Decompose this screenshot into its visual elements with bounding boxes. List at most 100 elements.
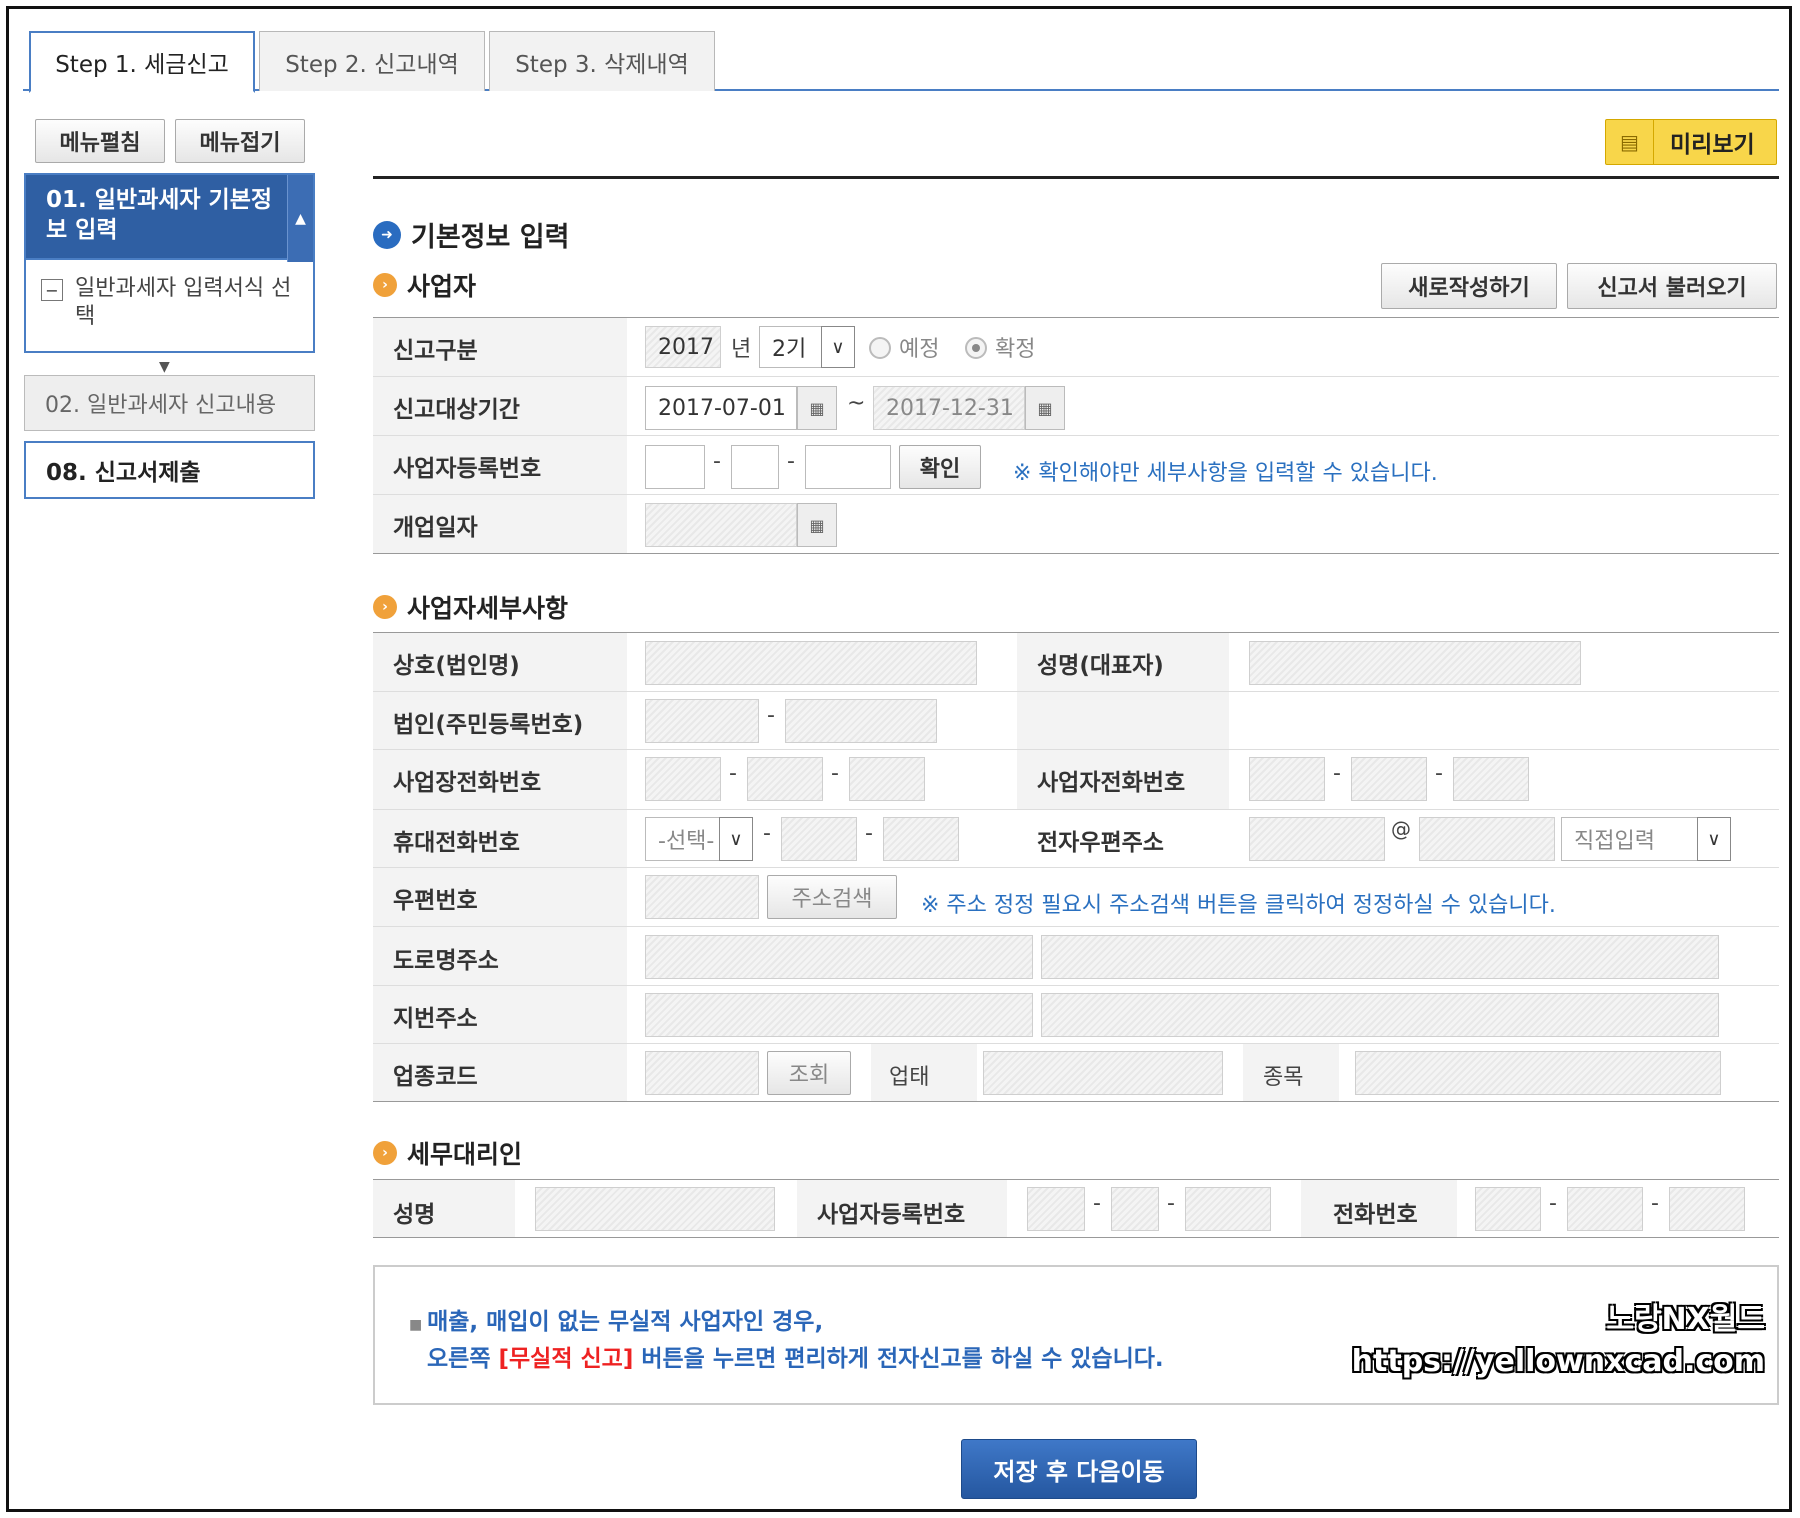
owner-phone-field-1 (1249, 757, 1325, 801)
year-field: 2017 (645, 326, 721, 368)
owner-phone-label: 사업자전화번호 (1037, 770, 1186, 796)
watermark: 노랑NX월드 https://yellownxcad.com (1351, 1302, 1765, 1379)
page-title: ➜ 기본정보 입력 (373, 215, 569, 254)
road-address-field-1 (645, 935, 1033, 979)
agent-phone-1 (1475, 1187, 1541, 1231)
agent-biz-no-1 (1027, 1187, 1085, 1231)
bullet-arrow-icon: › (373, 595, 397, 619)
agent-biz-no-label: 사업자등록번호 (817, 1202, 966, 1228)
biz-phone-label: 사업장전화번호 (393, 770, 542, 796)
tab-step1[interactable]: Step 1. 세금신고 (29, 31, 255, 93)
road-address-label: 도로명주소 (393, 948, 499, 974)
agent-phone-label: 전화번호 (1333, 1202, 1418, 1228)
rep-field (1249, 641, 1581, 685)
sidebar-item-report-content[interactable]: 02. 일반과세자 신고내용 (24, 375, 315, 431)
chevron-down-icon[interactable]: ∨ (1697, 817, 1731, 861)
preview-button[interactable]: ▤ 미리보기 (1605, 119, 1777, 165)
bullet-arrow-icon: › (373, 1141, 397, 1165)
item-field (1355, 1051, 1721, 1095)
tab-step2[interactable]: Step 2. 신고내역 (259, 31, 485, 91)
document-icon: ▤ (1606, 120, 1654, 164)
date-separator: ~ (847, 391, 866, 416)
save-next-button[interactable]: 저장 후 다음이동 (961, 1439, 1197, 1499)
tab-step3[interactable]: Step 3. 삭제내역 (489, 31, 715, 91)
mobile-field-3 (883, 817, 959, 861)
biz-no-field-1[interactable] (645, 445, 705, 489)
at-sign: @ (1391, 817, 1411, 841)
agent-name-label: 성명 (393, 1202, 436, 1228)
divider (373, 176, 1779, 179)
zip-label: 우편번호 (393, 888, 478, 914)
email-label: 전자우편주소 (1037, 830, 1164, 856)
sidebar-item-label: 01. 일반과세자 기본정보 입력 (46, 187, 273, 243)
minus-icon[interactable]: − (41, 279, 63, 301)
owner-phone-field-3 (1453, 757, 1529, 801)
agent-name-field (535, 1187, 775, 1231)
agent-phone-3 (1669, 1187, 1745, 1231)
biz-no-field-2[interactable] (731, 445, 779, 489)
email-id-field (1249, 817, 1385, 861)
email-domain-field (1419, 817, 1555, 861)
open-date-field (645, 503, 797, 547)
notice-text: ■ 매출, 매입이 없는 무실적 사업자인 경우, 오른쪽 [무실적 신고] 버… (409, 1309, 1164, 1372)
biz-no-field-3[interactable] (805, 445, 891, 489)
load-report-button[interactable]: 신고서 불러오기 (1567, 263, 1777, 309)
agent-biz-no-2 (1111, 1187, 1159, 1231)
new-report-button[interactable]: 새로작성하기 (1381, 263, 1557, 309)
dash: - (713, 449, 721, 474)
radio-preliminary[interactable] (869, 337, 891, 359)
dash: - (787, 449, 795, 474)
corp-no-field-1 (645, 699, 759, 743)
industry-code-label: 업종코드 (393, 1064, 478, 1090)
biz-no-label: 사업자등록번호 (393, 456, 542, 482)
sidebar-subitem-form-select[interactable]: 일반과세자 입력서식 선택 (75, 275, 295, 331)
corp-no-label: 법인(주민등록번호) (393, 712, 584, 738)
radio-final-label: 확정 (995, 337, 1036, 362)
biz-phone-field-3 (849, 757, 925, 801)
biz-phone-field-1 (645, 757, 721, 801)
owner-phone-field-2 (1351, 757, 1427, 801)
company-field (645, 641, 977, 685)
lot-address-label: 지번주소 (393, 1006, 478, 1032)
business-type-field (983, 1051, 1223, 1095)
mobile-select[interactable]: -선택- (645, 817, 721, 861)
preview-label: 미리보기 (1670, 132, 1755, 158)
date-from-field[interactable]: 2017-07-01 (645, 386, 797, 430)
open-date-label: 개업일자 (393, 515, 478, 541)
caret-down-icon: ▼ (159, 359, 170, 375)
calendar-icon[interactable]: ▦ (797, 386, 837, 430)
calendar-icon[interactable]: ▦ (1025, 386, 1065, 430)
business-type-label: 업태 (889, 1065, 930, 1090)
period-label: 신고대상기간 (393, 397, 520, 423)
confirm-note: ※ 확인해야만 세부사항을 입력할 수 있습니다. (1013, 461, 1438, 486)
report-type-label: 신고구분 (393, 338, 478, 364)
radio-final[interactable] (965, 337, 987, 359)
zip-field (645, 875, 759, 919)
bullet-arrow-icon: › (373, 273, 397, 297)
bullet-icon: ■ (409, 1317, 428, 1333)
section-business: › 사업자 (373, 267, 476, 303)
item-label: 종목 (1263, 1065, 1304, 1090)
biz-phone-field-2 (747, 757, 823, 801)
address-search-button[interactable]: 주소검색 (767, 875, 897, 919)
chevron-up-icon[interactable]: ▲ (287, 175, 313, 262)
chevron-down-icon[interactable]: ∨ (719, 817, 753, 861)
email-domain-select[interactable]: 직접입력 (1561, 817, 1699, 861)
menu-collapse-button[interactable]: 메뉴접기 (175, 119, 305, 163)
year-unit: 년 (731, 337, 752, 362)
agent-biz-no-3 (1185, 1187, 1271, 1231)
lookup-button[interactable]: 조회 (767, 1051, 851, 1095)
calendar-icon[interactable]: ▦ (797, 503, 837, 547)
page-frame: Step 1. 세금신고 Step 2. 신고내역 Step 3. 삭제내역 메… (6, 6, 1792, 1512)
mobile-label: 휴대전화번호 (393, 830, 520, 856)
date-to-field: 2017-12-31 (873, 386, 1025, 430)
sidebar-item-basic-info[interactable]: 01. 일반과세자 기본정보 입력 ▲ (24, 173, 315, 262)
industry-code-field (645, 1051, 759, 1095)
menu-expand-button[interactable]: 메뉴펼침 (35, 119, 165, 163)
confirm-button[interactable]: 확인 (899, 445, 981, 489)
lot-address-field-2 (1041, 993, 1719, 1037)
dash: - (767, 703, 775, 728)
sidebar-item-submit[interactable]: 08. 신고서제출 (24, 441, 315, 499)
chevron-down-icon[interactable]: ∨ (821, 326, 855, 368)
term-select[interactable]: 2기 (759, 326, 823, 368)
